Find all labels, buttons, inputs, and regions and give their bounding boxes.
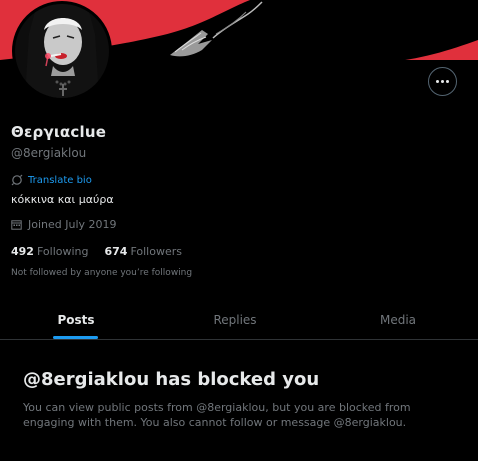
tab-media-label: Media xyxy=(379,313,417,327)
profile-avatar[interactable] xyxy=(12,1,112,101)
followers-label: Followers xyxy=(130,245,182,258)
follow-stats: 492 Following 674 Followers xyxy=(11,245,198,258)
translate-bio-label: Translate bio xyxy=(28,174,92,186)
following-count: 492 xyxy=(11,245,34,258)
translate-icon xyxy=(11,174,23,186)
profile-tabs: Posts Replies Media xyxy=(0,300,478,340)
avatar-image xyxy=(15,4,109,98)
tabs-divider xyxy=(0,339,478,340)
tab-posts[interactable]: Posts xyxy=(0,300,152,340)
following-link[interactable]: 492 Following xyxy=(11,245,88,258)
blocked-description: You can view public posts from @8ergiakl… xyxy=(23,401,411,429)
translate-bio-link[interactable]: Translate bio xyxy=(11,174,92,186)
tab-posts-label: Posts xyxy=(57,313,95,327)
tab-media[interactable]: Media xyxy=(318,300,478,340)
bio-text: κόκκινα και μαύρα xyxy=(11,193,114,206)
joined-date: Joined July 2019 xyxy=(11,218,117,231)
blocked-title: @8ergiaklou has blocked you xyxy=(23,369,320,390)
following-label: Following xyxy=(36,245,89,258)
display-name: Θεργιαclue xyxy=(11,123,107,141)
tab-replies[interactable]: Replies xyxy=(152,300,318,340)
followers-count: 674 xyxy=(104,245,128,258)
calendar-icon xyxy=(11,220,22,230)
more-options-icon xyxy=(436,80,439,83)
more-options-button[interactable] xyxy=(428,67,457,96)
joined-label: Joined July 2019 xyxy=(28,218,117,231)
tab-replies-label: Replies xyxy=(213,313,257,327)
followers-link[interactable]: 674 Followers xyxy=(104,245,182,258)
handle: @8ergiaklou xyxy=(11,146,87,160)
followed-by-note: Not followed by anyone you’re following xyxy=(11,268,193,278)
